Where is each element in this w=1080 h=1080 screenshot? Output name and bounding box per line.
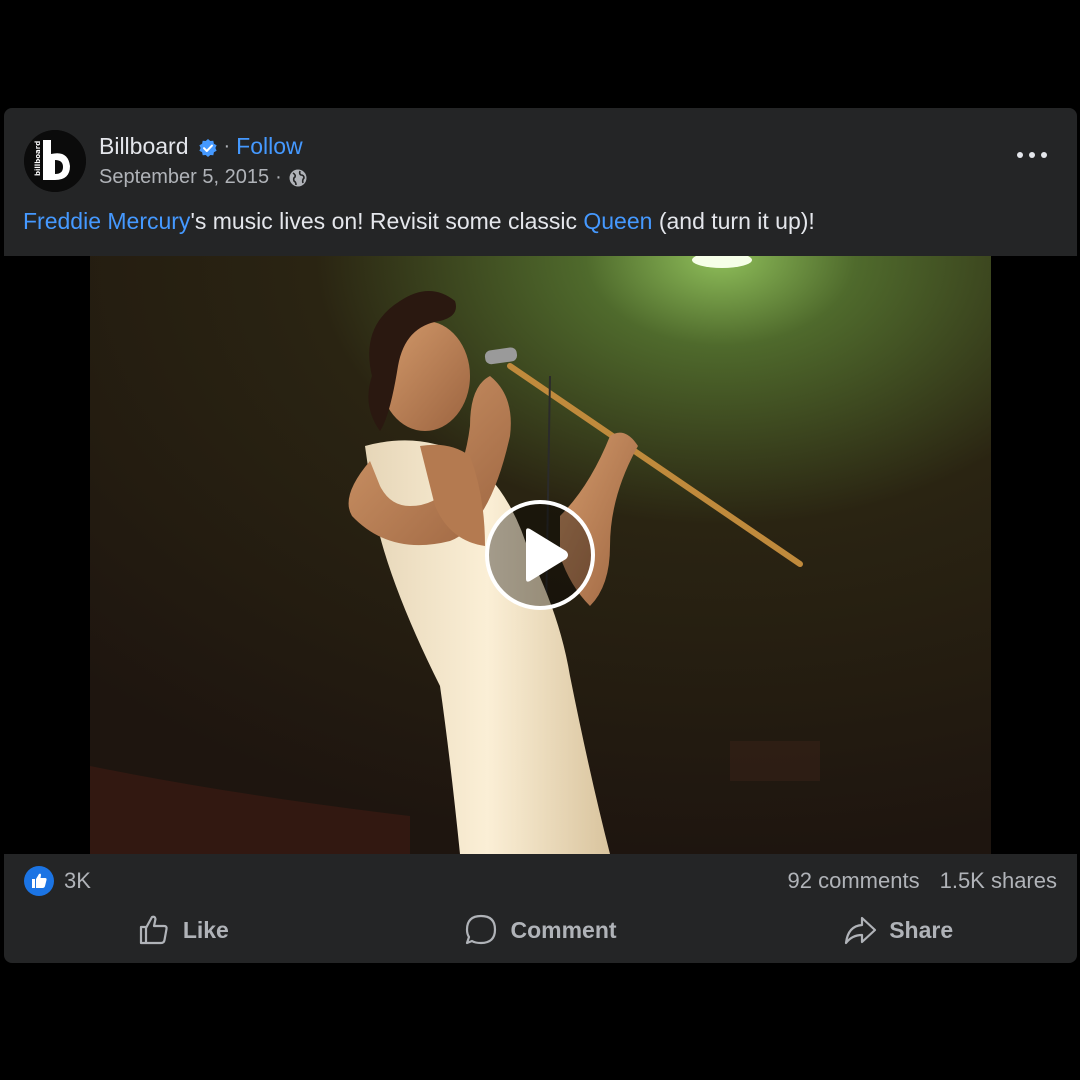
- dot: [1017, 152, 1023, 158]
- comment-bubble-icon: [466, 914, 497, 945]
- dot: [1029, 152, 1035, 158]
- svg-text:billboard: billboard: [34, 141, 42, 176]
- comment-label: Comment: [510, 916, 617, 943]
- engagement-counts: 92 comments 1.5K shares: [788, 868, 1057, 894]
- post-card: billboard Billboard · Follow September 5…: [4, 108, 1077, 963]
- post-meta-row: September 5, 2015 ·: [99, 166, 308, 189]
- post-caption: Freddie Mercury's music lives on! Revisi…: [23, 207, 815, 235]
- mention-freddie-mercury[interactable]: Freddie Mercury: [23, 208, 190, 234]
- reaction-count[interactable]: 3K: [64, 868, 91, 894]
- thumbs-up-icon: [139, 915, 168, 945]
- mention-queen[interactable]: Queen: [583, 208, 652, 234]
- share-label: Share: [889, 916, 954, 943]
- follow-button[interactable]: Follow: [236, 132, 302, 160]
- like-reaction-icon[interactable]: [24, 866, 54, 896]
- caption-text: (and turn it up)!: [652, 208, 815, 234]
- shares-count[interactable]: 1.5K shares: [940, 868, 1057, 894]
- post-stats: 3K 92 comments 1.5K shares: [4, 854, 1077, 910]
- separator-dot: ·: [275, 166, 282, 188]
- post-actions: Like Comment Share: [4, 906, 1077, 954]
- like-label: Like: [182, 916, 229, 943]
- comments-count[interactable]: 92 comments: [788, 868, 920, 894]
- share-button[interactable]: Share: [719, 906, 1077, 954]
- more-options-icon[interactable]: [1017, 148, 1047, 162]
- dot: [1041, 152, 1047, 158]
- page-avatar[interactable]: billboard: [24, 130, 86, 192]
- comment-button[interactable]: Comment: [362, 906, 720, 954]
- separator-dot: ·: [223, 135, 231, 157]
- globe-icon[interactable]: [288, 168, 308, 188]
- play-icon[interactable]: [484, 499, 596, 611]
- post-date[interactable]: September 5, 2015: [99, 166, 269, 189]
- billboard-logo: billboard: [24, 130, 86, 192]
- page-name[interactable]: Billboard: [99, 132, 189, 160]
- verified-badge-icon: [198, 136, 218, 157]
- post-header-name-row: Billboard · Follow: [99, 132, 303, 160]
- like-button[interactable]: Like: [4, 906, 362, 954]
- caption-text: 's music lives on! Revisit some classic: [190, 208, 584, 234]
- share-arrow-icon: [845, 916, 877, 945]
- video-player[interactable]: [4, 256, 1077, 854]
